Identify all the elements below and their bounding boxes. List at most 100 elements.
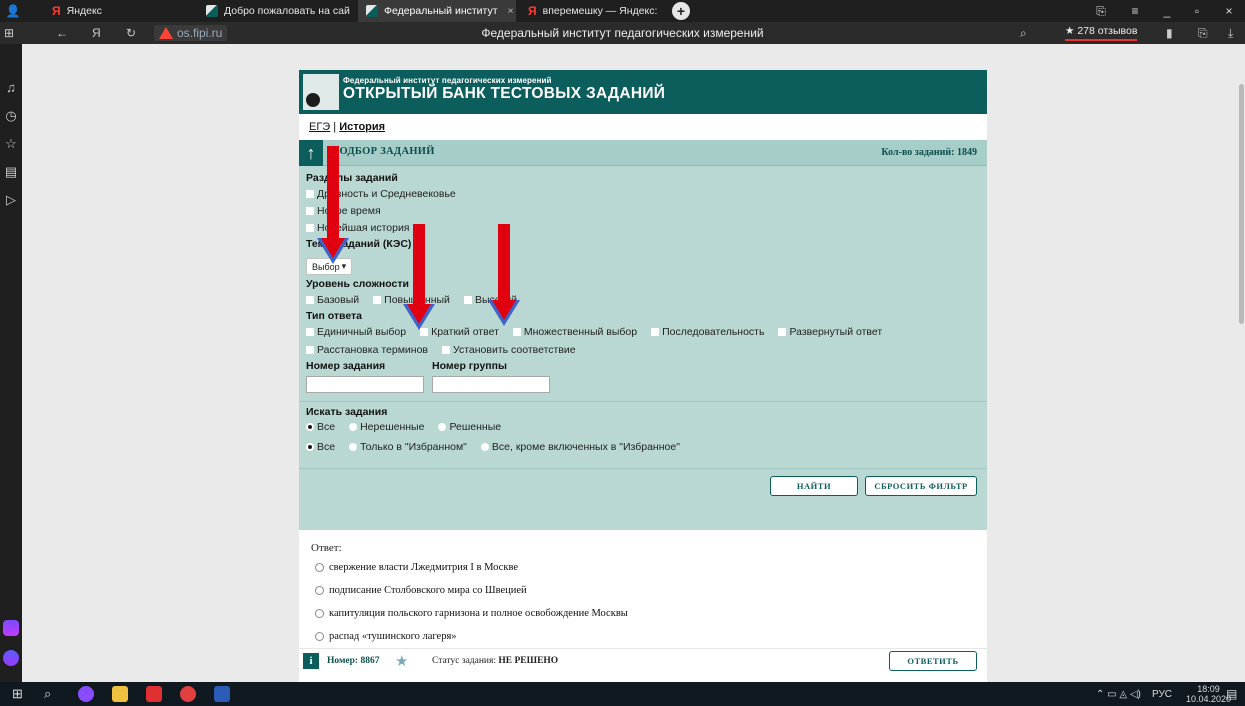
protect-icon[interactable]: ⎘ [1090, 0, 1112, 22]
tab-fipi[interactable]: Федеральный институт × [358, 0, 516, 22]
yandex-taskbar-icon[interactable] [146, 686, 162, 702]
reset-filter-button[interactable]: СБРОСИТЬ ФИЛЬТР [865, 476, 977, 496]
radio[interactable] [349, 423, 358, 431]
breadcrumb-history[interactable]: История [339, 121, 385, 133]
radio[interactable] [349, 443, 358, 451]
yandex-home-icon[interactable]: Я [92, 22, 101, 44]
menu-icon[interactable]: ≡ [1124, 0, 1146, 22]
tray-icons[interactable]: ⌃ ▭ ◬ ◁) [1096, 682, 1141, 706]
url-field[interactable]: os.fipi.ru [154, 25, 228, 41]
word-icon[interactable] [214, 686, 230, 702]
answer-option[interactable]: свержение власти Лжедмитрия I в Москве [315, 562, 518, 573]
search-option[interactable]: Решенные [438, 421, 501, 433]
arrow-up-icon[interactable]: ↑ [299, 140, 323, 166]
checkbox[interactable] [306, 190, 314, 198]
minimize-icon[interactable]: _ [1156, 0, 1178, 22]
close-icon[interactable]: × [508, 5, 514, 17]
favorite-star-icon[interactable]: ★ [395, 652, 408, 670]
download-icon[interactable]: ⤓ [1228, 22, 1233, 44]
checkbox[interactable] [373, 296, 382, 304]
search-icon[interactable]: ⌕ [44, 682, 51, 706]
language-indicator[interactable]: РУС [1152, 682, 1172, 706]
find-button[interactable]: НАЙТИ [770, 476, 858, 496]
radio[interactable] [438, 423, 447, 431]
tab-welcome[interactable]: Добро пожаловать на сай [198, 0, 354, 22]
radio[interactable] [315, 586, 324, 595]
answer-option[interactable]: подписание Столбовского мира со Швецией [315, 585, 527, 596]
search-option[interactable]: Все, кроме включенных в "Избранное" [480, 441, 680, 453]
bell-icon[interactable]: ♫ [3, 80, 19, 96]
checkbox[interactable] [463, 296, 472, 304]
history-icon[interactable]: ◷ [3, 108, 19, 124]
radio[interactable] [306, 423, 314, 431]
answer-type-option[interactable]: Развернутый ответ [778, 326, 882, 338]
reviews-badge[interactable]: ★ 278 отзывов [1065, 25, 1138, 41]
answer-type-row: Единичный выбор Краткий ответ Множествен… [306, 326, 882, 338]
answer-type-option[interactable]: Единичный выбор [306, 326, 406, 338]
search-option[interactable]: Все [306, 441, 335, 453]
user-icon[interactable]: 👤 [2, 0, 24, 22]
star-icon[interactable]: ☆ [3, 136, 19, 152]
radio[interactable] [306, 443, 314, 451]
alice-taskbar-icon[interactable] [78, 686, 94, 702]
windows-start-icon[interactable]: ⊞ [12, 682, 23, 706]
fipi-logo-icon[interactable] [303, 74, 339, 110]
breadcrumb-ege[interactable]: ЕГЭ [309, 121, 330, 133]
apps-grid-icon[interactable]: ⊞ [4, 22, 20, 44]
collections-icon[interactable]: ⎘ [1198, 22, 1208, 44]
search-option[interactable]: Все [306, 421, 335, 433]
difficulty-option[interactable]: Базовый [306, 294, 359, 306]
zen-icon[interactable]: ▤ [3, 164, 19, 180]
answer-option[interactable]: капитуляция польского гарнизона и полное… [315, 608, 628, 619]
checkbox[interactable] [306, 328, 314, 336]
answer-button[interactable]: ОТВЕТИТЬ [889, 651, 977, 671]
checkbox[interactable] [778, 328, 787, 336]
checkbox[interactable] [512, 328, 521, 336]
answer-label: Ответ: [311, 542, 342, 554]
answer-type-option[interactable]: Последовательность [651, 326, 764, 338]
checkbox[interactable] [442, 346, 450, 354]
section-option[interactable]: Новейшая история [306, 222, 410, 234]
tab-yandex-search[interactable]: Я вперемешку — Яндекс: н [520, 0, 660, 22]
search-option[interactable]: Нерешенные [349, 421, 424, 433]
checkbox[interactable] [306, 207, 314, 215]
checkbox[interactable] [306, 346, 314, 354]
yandex-browser-icon[interactable] [180, 686, 196, 702]
info-icon[interactable]: i [303, 653, 319, 669]
tab-yandex[interactable]: Я Яндекс [44, 0, 194, 22]
close-window-icon[interactable]: × [1218, 0, 1240, 22]
yandex-icon: Я [528, 4, 537, 18]
scrollbar-thumb[interactable] [1239, 84, 1244, 324]
task-status: Статус задания: НЕ РЕШЕНО [432, 656, 559, 666]
back-icon[interactable]: ← [56, 22, 68, 44]
section-option[interactable]: Новое время [306, 205, 381, 217]
answer-type-option[interactable]: Установить соответствие [442, 344, 576, 356]
clock[interactable]: 18:09 10.04.2020 [1186, 684, 1231, 704]
radio[interactable] [315, 609, 324, 618]
answer-option[interactable]: распад «тушинского лагеря» [315, 631, 457, 642]
notifications-icon[interactable]: ▤ [1226, 682, 1237, 706]
answer-type-option[interactable]: Множественный выбор [512, 326, 637, 338]
alice-app-icon[interactable] [3, 620, 19, 636]
answer-type-option[interactable]: Расстановка терминов [306, 344, 428, 356]
reload-icon[interactable]: ↻ [126, 22, 136, 44]
play-icon[interactable]: ▷ [3, 192, 19, 208]
checkbox[interactable] [651, 328, 660, 336]
checkbox[interactable] [306, 224, 314, 232]
search-icon[interactable]: ⌕ [1020, 22, 1027, 44]
radio[interactable] [315, 563, 324, 572]
search-option[interactable]: Только в "Избранном" [349, 441, 467, 453]
bookmark-icon[interactable]: ▮ [1166, 22, 1173, 44]
radio[interactable] [480, 443, 489, 451]
warning-icon [159, 27, 173, 39]
filter-panel: ↑ ПОДБОР ЗАДАНИЙ Кол-во заданий: 1849 Ра… [299, 140, 987, 530]
radio[interactable] [315, 632, 324, 641]
restore-icon[interactable]: ▫ [1186, 0, 1208, 22]
alice-icon[interactable] [3, 650, 19, 666]
task-number-input[interactable] [306, 376, 424, 393]
new-tab-plus-icon[interactable]: + [672, 2, 690, 20]
checkbox[interactable] [306, 296, 314, 304]
group-number-input[interactable] [432, 376, 550, 393]
explorer-icon[interactable] [112, 686, 128, 702]
scrollbar[interactable] [1237, 44, 1245, 682]
